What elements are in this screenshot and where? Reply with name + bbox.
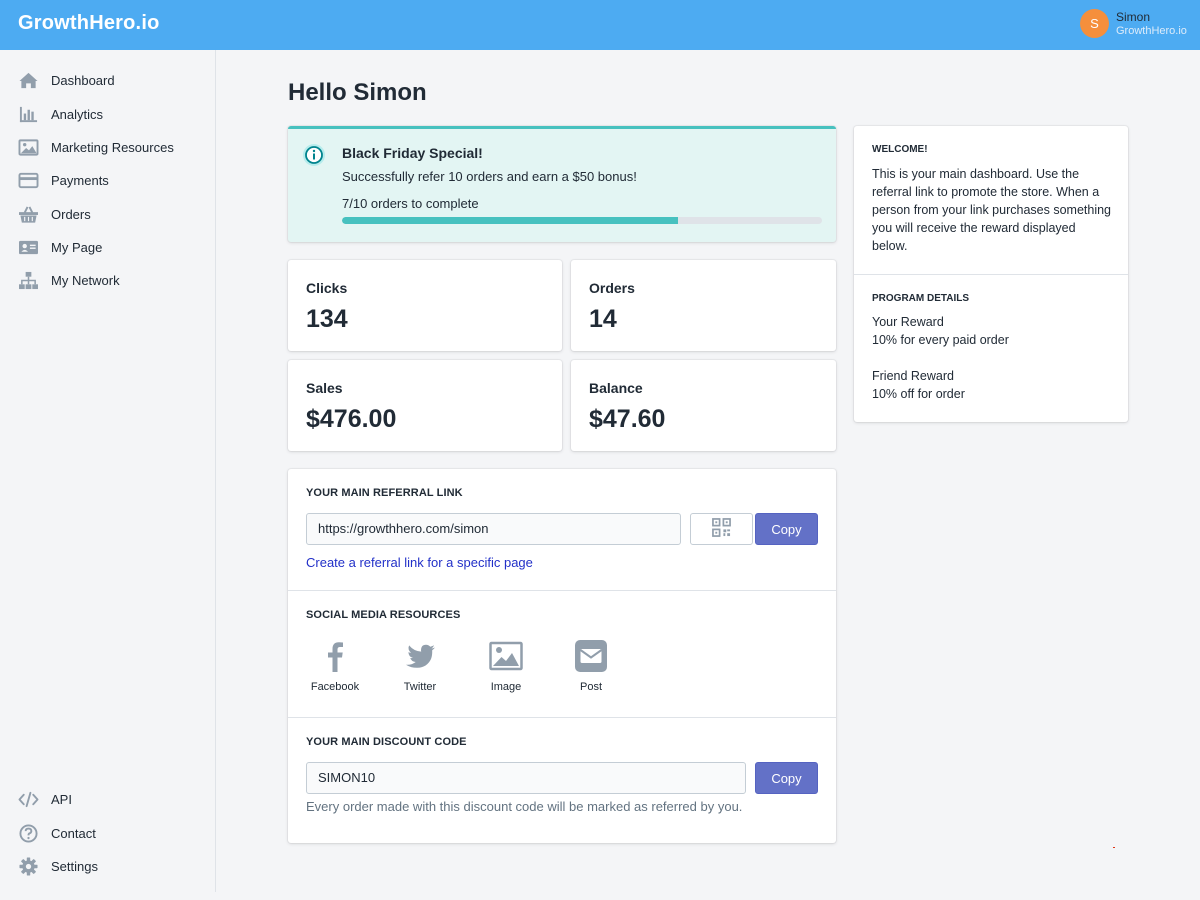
sidebar-item-settings[interactable]: Settings — [0, 852, 215, 880]
bar-chart-icon — [17, 104, 39, 124]
banner-title: Black Friday Special! — [342, 145, 483, 161]
sidebar-item-label: Analytics — [51, 106, 104, 122]
social-post[interactable]: Post — [556, 639, 626, 693]
progress-bar — [342, 217, 822, 224]
sidebar-item-payments[interactable]: Payments — [0, 166, 215, 194]
sidebar-item-api[interactable]: API — [0, 785, 215, 813]
sidebar-item-contact[interactable]: Contact — [0, 819, 215, 847]
your-reward-label: Your Reward — [872, 315, 944, 329]
stat-card-clicks: Clicks 134 — [288, 260, 562, 351]
divider — [288, 717, 836, 718]
user-store: GrowthHero.io — [1116, 24, 1187, 37]
banner-text: Successfully refer 10 orders and earn a … — [342, 169, 637, 184]
sidebar-item-label: Marketing Resources — [51, 139, 174, 155]
divider — [854, 274, 1128, 275]
user-name: Simon — [1116, 9, 1151, 24]
code-icon — [17, 789, 39, 809]
stat-card-balance: Balance $47.60 — [571, 360, 836, 451]
social-twitter[interactable]: Twitter — [385, 639, 455, 693]
social-label: Twitter — [403, 681, 437, 693]
stat-value: $476.00 — [306, 405, 397, 433]
user-info: Simon GrowthHero.io — [1116, 10, 1187, 38]
stat-card-orders: Orders 14 — [571, 260, 836, 351]
stat-label: Orders — [589, 280, 635, 296]
twitter-icon — [385, 639, 455, 673]
sidebar-item-my-network[interactable]: My Network — [0, 266, 215, 294]
social-label: Image — [490, 681, 522, 693]
image-icon — [471, 639, 541, 673]
sidebar-item-marketing-resources[interactable]: Marketing Resources — [0, 133, 215, 161]
notification-dot — [1113, 847, 1115, 848]
sidebar-item-orders[interactable]: Orders — [0, 200, 215, 228]
sidebar-item-analytics[interactable]: Analytics — [0, 100, 215, 128]
sidebar-item-my-page[interactable]: My Page — [0, 233, 215, 261]
discount-code-input[interactable]: SIMON10 — [306, 762, 746, 794]
referral-link-input[interactable]: https://growthhero.com/simon — [306, 513, 681, 545]
sidebar-item-label: Dashboard — [51, 72, 115, 88]
stat-value: $47.60 — [589, 405, 666, 433]
brand-logo[interactable]: GrowthHero.io — [18, 12, 160, 35]
social-label: Post — [579, 681, 602, 693]
page-title: Hello Simon — [288, 79, 427, 106]
sidebar-item-label: Payments — [51, 172, 109, 188]
profile-card-icon — [17, 237, 39, 257]
discount-helper-text: Every order made with this discount code… — [306, 799, 743, 814]
stat-label: Clicks — [306, 280, 348, 296]
sidebar-item-label: API — [51, 791, 72, 807]
basket-icon — [17, 204, 39, 224]
facebook-icon — [300, 639, 370, 673]
network-icon — [17, 270, 39, 290]
welcome-text: This is your main dashboard. Use the ref… — [872, 167, 1112, 253]
social-image[interactable]: Image — [471, 639, 541, 693]
qr-code-icon — [712, 518, 731, 540]
progress-label: 7/10 orders to complete — [342, 196, 479, 211]
progress-fill — [342, 217, 678, 224]
promo-banner: Black Friday Special! Successfully refer… — [288, 126, 836, 242]
program-heading: PROGRAM DETAILS — [872, 293, 970, 304]
gear-icon — [17, 856, 39, 876]
sidebar-item-label: My Page — [51, 239, 103, 255]
create-referral-link[interactable]: Create a referral link for a specific pa… — [306, 555, 533, 570]
sidebar-item-label: Contact — [51, 825, 96, 841]
social-label: Facebook — [310, 681, 360, 693]
sidebar-item-label: Orders — [51, 206, 91, 222]
copy-discount-code-button[interactable]: Copy — [755, 762, 818, 794]
friend-reward-label: Friend Reward — [872, 369, 954, 383]
home-icon — [17, 70, 39, 90]
referral-heading: YOUR MAIN REFERRAL LINK — [306, 487, 463, 499]
sidebar-item-dashboard[interactable]: Dashboard — [0, 66, 215, 94]
social-facebook[interactable]: Facebook — [300, 639, 370, 693]
qr-code-button[interactable] — [690, 513, 753, 545]
welcome-heading: WELCOME! — [872, 144, 928, 155]
stat-value: 14 — [589, 305, 617, 333]
question-icon — [17, 823, 39, 843]
stat-value: 134 — [306, 305, 348, 333]
image-icon — [17, 137, 39, 157]
referral-card: YOUR MAIN REFERRAL LINK https://growthhe… — [288, 469, 836, 843]
sidebar-item-label: Settings — [51, 858, 98, 874]
stat-label: Balance — [589, 380, 643, 396]
credit-card-icon — [17, 170, 39, 190]
info-panel: WELCOME! This is your main dashboard. Us… — [854, 126, 1128, 422]
friend-reward-value: 10% off for order — [872, 387, 965, 401]
your-reward-value: 10% for every paid order — [872, 333, 1009, 347]
top-bar: GrowthHero.io S Simon GrowthHero.io — [0, 0, 1200, 50]
avatar[interactable]: S — [1080, 9, 1109, 38]
copy-referral-link-button[interactable]: Copy — [755, 513, 818, 545]
info-icon — [302, 143, 326, 167]
mail-icon — [556, 639, 626, 673]
stat-label: Sales — [306, 380, 343, 396]
discount-heading: YOUR MAIN DISCOUNT CODE — [306, 736, 467, 748]
social-heading: SOCIAL MEDIA RESOURCES — [306, 609, 461, 621]
stat-card-sales: Sales $476.00 — [288, 360, 562, 451]
divider — [288, 590, 836, 591]
sidebar: Dashboard Analytics Marketing Resources … — [0, 50, 216, 892]
sidebar-item-label: My Network — [51, 272, 120, 288]
user-menu[interactable]: S Simon GrowthHero.io — [1080, 9, 1187, 38]
